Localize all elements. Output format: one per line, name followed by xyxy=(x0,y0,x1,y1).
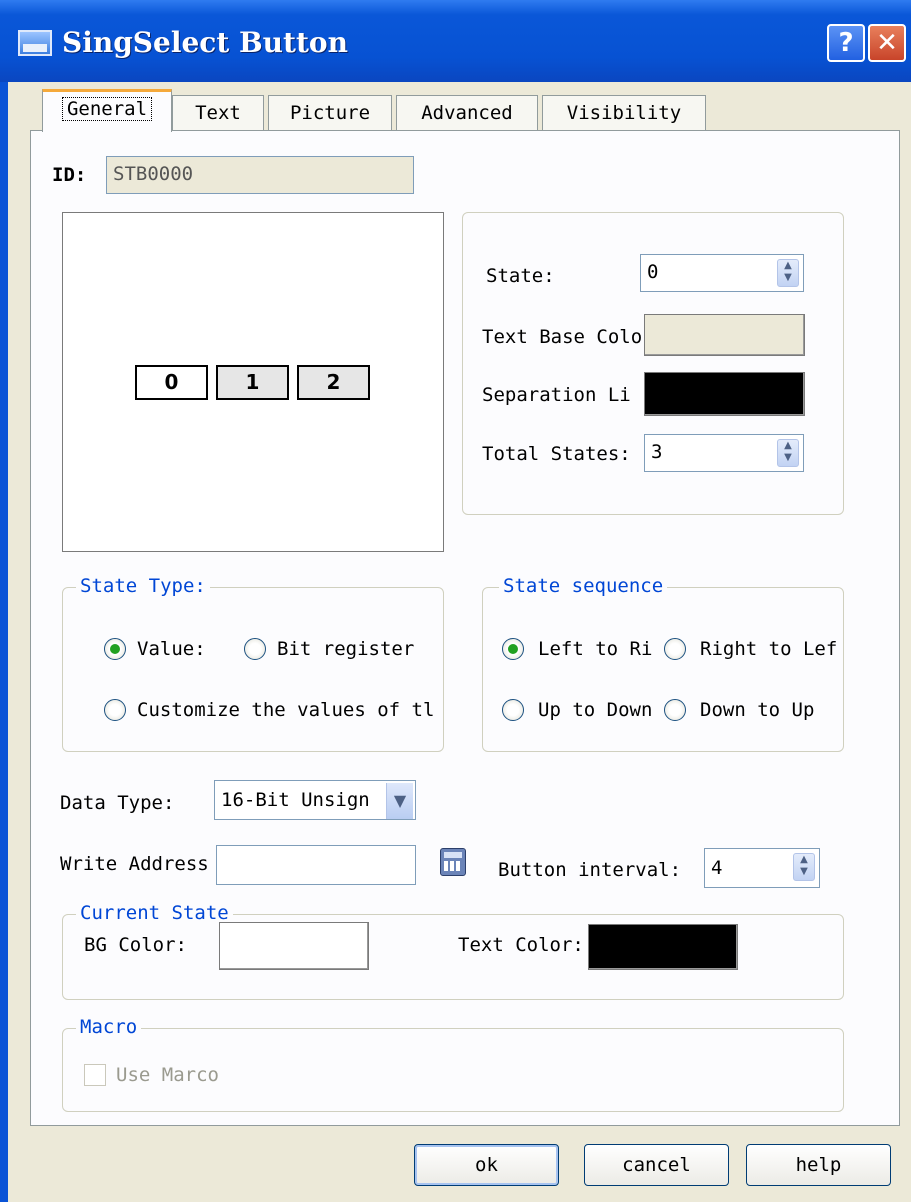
state-spinbox[interactable]: 0 ▲ ▼ xyxy=(640,254,804,292)
tab-text[interactable]: Text xyxy=(172,95,264,131)
data-type-select[interactable]: 16-Bit Unsign ▼ xyxy=(214,780,416,820)
state-sequence-group xyxy=(482,587,844,752)
value-radio-label: Value: xyxy=(137,638,206,660)
text-color-button[interactable] xyxy=(588,924,738,970)
total-states-value: 3 xyxy=(651,441,663,463)
up-to-down-radio[interactable] xyxy=(502,699,524,721)
total-states-label: Total States: xyxy=(482,443,631,465)
data-type-label: Data Type: xyxy=(60,792,175,814)
button-interval-spinbox[interactable]: 4 ▲ ▼ xyxy=(704,848,820,888)
button-interval-spin-arrows-icon[interactable]: ▲ ▼ xyxy=(793,853,815,881)
value-radio[interactable] xyxy=(104,638,126,660)
window-icon xyxy=(18,30,52,56)
tab-visibility[interactable]: Visibility xyxy=(542,95,706,131)
state-type-legend: State Type: xyxy=(76,575,210,597)
title-bar[interactable]: SingSelect Button ? ✕ xyxy=(0,0,911,82)
preview-state-0: 0 xyxy=(135,365,208,400)
cancel-button[interactable]: cancel xyxy=(584,1144,729,1186)
use-macro-checkbox[interactable] xyxy=(84,1064,106,1086)
right-to-left-label: Right to Lef xyxy=(700,638,838,660)
tab-general-label: General xyxy=(61,97,153,121)
preview-state-1: 1 xyxy=(216,365,289,400)
window-title: SingSelect Button xyxy=(62,26,348,59)
customize-values-radio-label: Customize the values of tl xyxy=(137,699,435,721)
use-macro-label: Use Marco xyxy=(116,1064,219,1086)
total-states-spin-arrows-icon[interactable]: ▲ ▼ xyxy=(777,439,799,467)
preview-state-2: 2 xyxy=(297,365,370,400)
tab-general[interactable]: General xyxy=(42,89,172,132)
write-address-label: Write Address xyxy=(60,853,209,875)
state-value: 0 xyxy=(647,261,659,283)
macro-legend: Macro xyxy=(76,1016,142,1038)
id-label: ID: xyxy=(52,164,87,186)
state-sequence-legend: State sequence xyxy=(499,575,668,597)
bg-color-button[interactable] xyxy=(219,922,369,970)
down-to-up-radio[interactable] xyxy=(664,699,686,721)
data-type-value: 16-Bit Unsign xyxy=(221,789,370,811)
tab-advanced-label: Advanced xyxy=(421,102,513,124)
bit-register-radio-label: Bit register xyxy=(277,638,415,660)
button-interval-label: Button interval: xyxy=(498,859,682,881)
address-calculator-icon[interactable] xyxy=(440,848,466,876)
separation-line-color-button[interactable] xyxy=(644,372,805,416)
down-to-up-label: Down to Up xyxy=(700,699,815,721)
tab-picture-label: Picture xyxy=(289,102,371,124)
tab-text-label: Text xyxy=(195,102,241,124)
state-type-group xyxy=(62,587,444,752)
chevron-down-icon[interactable]: ▼ xyxy=(386,783,413,819)
id-field: STB0000 xyxy=(106,156,414,194)
left-to-right-radio[interactable] xyxy=(502,638,524,660)
left-to-right-label: Left to Ri xyxy=(538,638,653,660)
close-button[interactable]: ✕ xyxy=(868,24,906,62)
right-to-left-radio[interactable] xyxy=(664,638,686,660)
ok-button[interactable]: ok xyxy=(414,1144,559,1186)
button-interval-value: 4 xyxy=(711,857,723,879)
state-spin-arrows-icon[interactable]: ▲ ▼ xyxy=(777,259,799,287)
bg-color-label: BG Color: xyxy=(84,934,187,956)
up-to-down-label: Up to Down xyxy=(538,699,653,721)
bit-register-radio[interactable] xyxy=(244,638,266,660)
total-states-spinbox[interactable]: 3 ▲ ▼ xyxy=(644,434,804,472)
tab-picture[interactable]: Picture xyxy=(268,95,392,131)
text-base-color-label: Text Base Colo xyxy=(482,326,643,348)
help-title-button[interactable]: ? xyxy=(827,24,865,62)
tab-visibility-label: Visibility xyxy=(566,102,682,124)
help-button[interactable]: help xyxy=(746,1144,891,1186)
text-color-label: Text Color: xyxy=(458,934,584,956)
customize-values-radio[interactable] xyxy=(104,699,126,721)
separation-line-label: Separation Li xyxy=(482,384,631,406)
tab-advanced[interactable]: Advanced xyxy=(396,95,538,131)
state-label: State: xyxy=(486,265,555,287)
current-state-legend: Current State xyxy=(76,902,233,924)
write-address-input[interactable] xyxy=(216,845,416,885)
text-base-color-button[interactable] xyxy=(644,314,805,356)
